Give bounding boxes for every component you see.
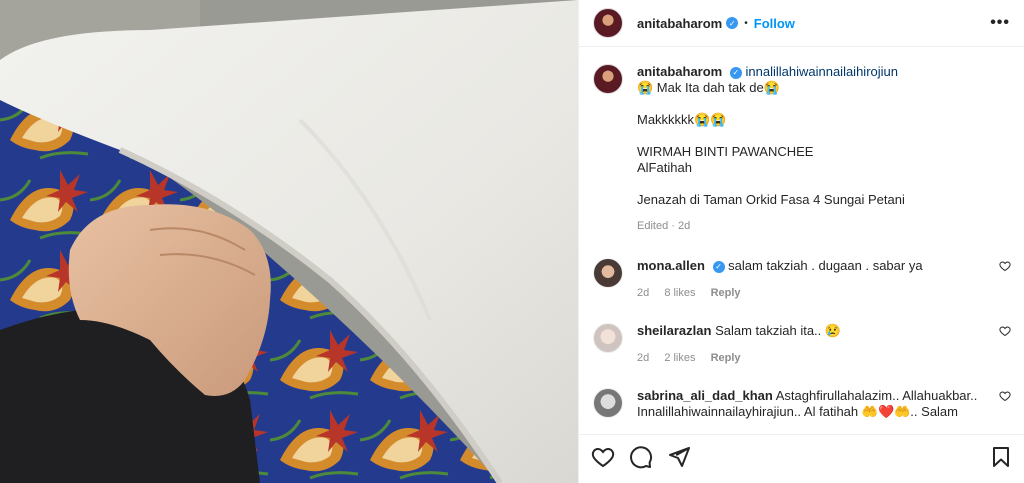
comment-username[interactable]: sheilarazlan	[637, 323, 711, 338]
comment-icon[interactable]	[629, 445, 653, 469]
comment-age[interactable]: 2d	[637, 287, 649, 299]
caption-line: Makkkkkk😭😭	[637, 112, 727, 127]
reply-button[interactable]: Reply	[711, 287, 741, 299]
heart-icon[interactable]	[591, 445, 615, 469]
comment-username[interactable]: mona.allen	[637, 258, 705, 273]
comment: sheilarazlan Salam takziah ita.. 😢 2d 2 …	[593, 323, 1011, 366]
comments-list[interactable]: anitabaharom ✓ innalillahiwainnailaihiro…	[579, 48, 1024, 433]
caption-line: Jenazah di Taman Orkid Fasa 4 Sungai Pet…	[637, 192, 905, 207]
bookmark-icon[interactable]	[989, 445, 1013, 469]
separator-dot: •	[744, 17, 748, 29]
avatar[interactable]	[593, 323, 623, 353]
reply-button[interactable]: Reply	[711, 352, 741, 364]
caption-body: anitabaharom ✓ innalillahiwainnailaihiro…	[637, 64, 905, 234]
caption-hashtag[interactable]: innalillahiwainnailaihirojiun	[746, 64, 898, 79]
heart-icon[interactable]	[999, 260, 1011, 272]
comment-age[interactable]: 2d	[637, 352, 649, 364]
heart-icon[interactable]	[999, 325, 1011, 337]
verified-badge-icon: ✓	[729, 66, 742, 79]
caption-line: AlFatihah	[637, 160, 692, 175]
post-username[interactable]: anitabaharom	[637, 16, 722, 31]
caption-line: WIRMAH BINTI PAWANCHEE	[637, 144, 814, 159]
comment: mona.allen ✓ salam takziah . dugaan . sa…	[593, 258, 1011, 301]
comment-text: Salam takziah ita.. 😢	[715, 323, 842, 338]
comment: sabrina_ali_dad_khan Astaghfirullahalazi…	[593, 388, 1011, 420]
comment-username[interactable]: sabrina_ali_dad_khan	[637, 388, 773, 403]
follow-button[interactable]: Follow	[754, 16, 795, 31]
post-header: anitabaharom ✓ • Follow •••	[579, 0, 1024, 47]
more-options-icon[interactable]: •••	[990, 14, 1010, 32]
caption-line: 😭 Mak Ita dah tak de😭	[637, 80, 780, 95]
comment-likes[interactable]: 2 likes	[664, 352, 695, 364]
share-icon[interactable]	[667, 445, 691, 469]
comment-likes[interactable]: 8 likes	[664, 287, 695, 299]
heart-icon[interactable]	[999, 390, 1011, 402]
post-detail-panel: anitabaharom ✓ • Follow ••• anitabaharom…	[578, 0, 1024, 483]
verified-badge-icon: ✓	[712, 260, 725, 273]
comment-text: salam takziah . dugaan . sabar ya	[728, 258, 923, 273]
caption: anitabaharom ✓ innalillahiwainnailaihiro…	[593, 64, 1011, 234]
post-image	[0, 0, 578, 483]
avatar[interactable]	[593, 388, 623, 418]
avatar[interactable]	[593, 64, 623, 94]
verified-badge-icon: ✓	[726, 17, 739, 29]
caption-username[interactable]: anitabaharom	[637, 64, 722, 79]
action-bar	[579, 434, 1024, 483]
avatar[interactable]	[593, 8, 623, 38]
avatar[interactable]	[593, 258, 623, 288]
post-photo	[0, 0, 578, 483]
caption-meta: Edited · 2d	[637, 220, 691, 232]
